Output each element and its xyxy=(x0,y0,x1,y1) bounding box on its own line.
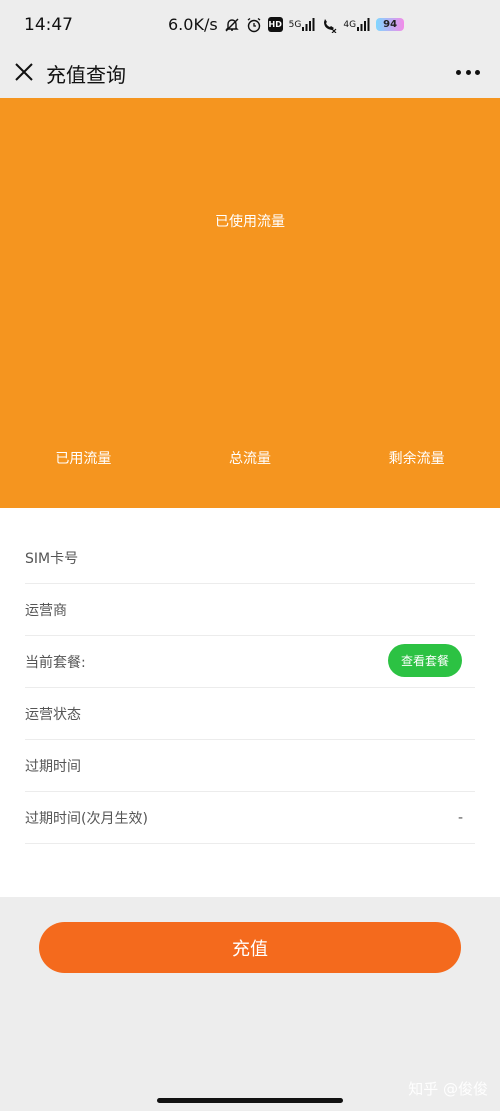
alarm-icon xyxy=(246,17,262,33)
usage-caption: 已使用流量 xyxy=(215,214,285,230)
remaining-data-label: 剩余流量 xyxy=(388,451,445,467)
expiry-label: 过期时间 xyxy=(25,758,81,775)
usage-stats: 已用流量 总流量 剩余流量 xyxy=(0,448,500,468)
service-status-label: 运营状态 xyxy=(25,706,81,723)
expiry-next-month-row: 过期时间(次月生效) - xyxy=(25,792,475,844)
hd-icon: HD xyxy=(267,17,283,32)
home-indicator[interactable] xyxy=(157,1098,343,1103)
expiry-next-month-label: 过期时间(次月生效) xyxy=(25,810,148,827)
recharge-button[interactable]: 充值 xyxy=(39,922,461,973)
battery-icon: 94 xyxy=(376,18,405,31)
status-bar: 14:47 6.0K/s HD 5G 4G 94 xyxy=(0,0,500,50)
more-options-icon[interactable] xyxy=(456,60,480,84)
sim-info-list: SIM卡号 运营商 当前套餐: 查看套餐 运营状态 过期时间 过期时间(次月生效… xyxy=(0,508,500,897)
status-time: 14:47 xyxy=(24,15,73,35)
network-speed: 6.0K/s xyxy=(168,15,218,34)
expiry-row: 过期时间 xyxy=(25,740,475,792)
expiry-next-month-value: - xyxy=(457,809,463,826)
total-data-label: 总流量 xyxy=(229,451,271,467)
carrier-row: 运营商 xyxy=(25,584,475,636)
close-icon[interactable] xyxy=(12,60,36,84)
status-icons: 6.0K/s HD 5G 4G 94 xyxy=(168,15,405,34)
signal-5g-icon: 5G xyxy=(289,17,316,32)
nav-bar: 充值查询 xyxy=(0,50,500,98)
mute-icon xyxy=(224,17,240,33)
sim-number-row: SIM卡号 xyxy=(25,532,475,584)
carrier-label: 运营商 xyxy=(25,602,67,619)
usage-panel: 已使用流量 已用流量 总流量 剩余流量 xyxy=(0,98,500,508)
watermark: 知乎 @俊俊 xyxy=(408,1080,488,1098)
service-status-row: 运营状态 xyxy=(25,688,475,740)
sim-number-label: SIM卡号 xyxy=(25,550,79,567)
used-data-label: 已用流量 xyxy=(55,451,112,467)
current-plan-label: 当前套餐: xyxy=(25,654,86,671)
signal-4g-icon: 4G xyxy=(343,17,370,32)
page-title: 充值查询 xyxy=(46,63,126,87)
screen: 14:47 6.0K/s HD 5G 4G 94 充值查询 已使用流量 已用流量… xyxy=(0,0,500,1111)
view-plan-button[interactable]: 查看套餐 xyxy=(388,644,462,677)
call-failed-icon xyxy=(321,17,337,33)
current-plan-row: 当前套餐: 查看套餐 xyxy=(25,636,475,688)
